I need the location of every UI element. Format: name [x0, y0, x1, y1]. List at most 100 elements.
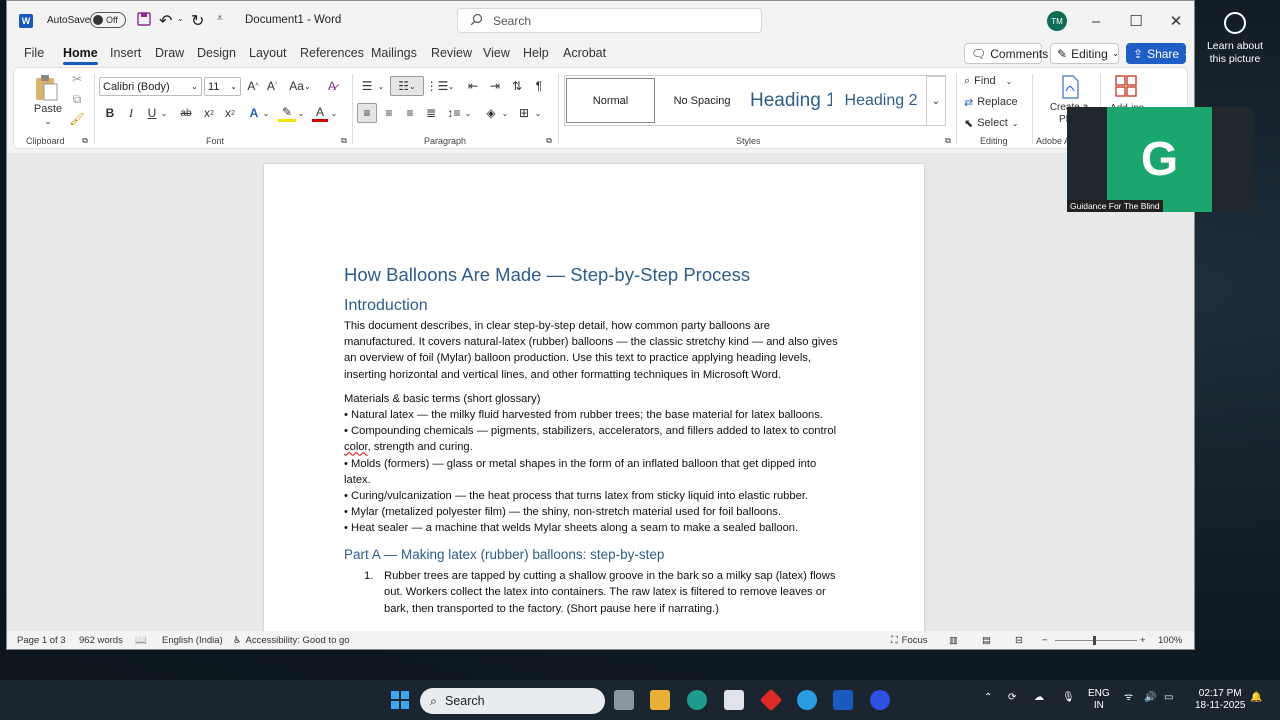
increase-indent-icon[interactable]: ⇥ [486, 77, 504, 95]
create-pdf-icon[interactable] [1058, 74, 1082, 100]
line-spacing-dropdown-icon[interactable]: ⌄ [464, 103, 472, 123]
align-left-icon[interactable]: ≡ [357, 103, 377, 123]
avatar[interactable]: TM [1047, 11, 1067, 31]
save-icon[interactable] [137, 12, 151, 26]
read-mode-icon[interactable]: ▥ [949, 635, 958, 646]
text-effects-icon[interactable]: A [246, 104, 262, 122]
glossary-item[interactable]: • Mylar (metalized polyester film) — the… [344, 504, 844, 520]
font-launcher-icon[interactable]: ⧉ [339, 136, 349, 146]
intro-paragraph[interactable]: This document describes, in clear step-b… [344, 318, 844, 383]
justify-icon[interactable]: ≣ [422, 103, 440, 123]
tab-mailings[interactable]: Mailings [371, 46, 417, 60]
clear-formatting-icon[interactable]: A̷ [323, 77, 341, 95]
shrink-font-icon[interactable]: Aˇ [264, 77, 280, 95]
line-spacing-icon[interactable]: ↕≡ [445, 103, 463, 123]
start-icon[interactable] [390, 690, 410, 710]
focus-button[interactable]: ⛶ Focus [891, 635, 928, 646]
tab-acrobat[interactable]: Acrobat [563, 46, 606, 60]
microphone-icon[interactable]: 🎙 [1062, 692, 1075, 704]
language-indicator[interactable]: ENG IN [1088, 688, 1110, 712]
bullets-dropdown-icon[interactable]: ⌄ [377, 77, 385, 95]
addins-icon[interactable] [1114, 74, 1138, 98]
align-right-icon[interactable]: ≡ [401, 103, 419, 123]
font-size-select[interactable]: 11 ⌄ [204, 77, 241, 96]
list-item[interactable]: 1. Rubber trees are tapped by cutting a … [344, 568, 844, 618]
borders-dropdown-icon[interactable]: ⌄ [534, 103, 542, 123]
document-canvas[interactable]: How Balloons Are Made — Step-by-Step Pro… [7, 153, 1194, 631]
close-icon[interactable]: ✕ [1161, 9, 1191, 33]
tab-help[interactable]: Help [523, 46, 549, 60]
tab-review[interactable]: Review [431, 46, 472, 60]
strikethrough-icon[interactable]: ab [177, 104, 195, 122]
bullets-icon[interactable]: ☰ [358, 77, 376, 95]
glossary-item[interactable]: • Molds (formers) — glass or metal shape… [344, 456, 844, 488]
file-explorer-icon[interactable] [650, 690, 670, 710]
volume-icon[interactable]: 🔊 [1144, 692, 1156, 704]
highlight-dropdown-icon[interactable]: ⌄ [297, 104, 305, 122]
style-normal[interactable]: Normal [566, 78, 655, 123]
app-icon[interactable] [759, 688, 783, 712]
tab-file[interactable]: File [24, 46, 44, 60]
maximize-icon[interactable]: ☐ [1121, 9, 1151, 33]
shading-dropdown-icon[interactable]: ⌄ [501, 103, 509, 123]
tab-draw[interactable]: Draw [155, 46, 184, 60]
decrease-indent-icon[interactable]: ⇤ [464, 77, 482, 95]
multilevel-list-icon[interactable]: ⋮☰ [426, 77, 449, 95]
glossary-item[interactable]: • Natural latex — the milky fluid harves… [344, 407, 844, 423]
print-layout-icon[interactable]: ▤ [982, 635, 991, 646]
styles-more-icon[interactable]: ⌄ [926, 76, 946, 126]
subscript-icon[interactable]: x2 [201, 104, 217, 122]
numbering-icon[interactable]: ☷ ⌄ [390, 76, 424, 96]
undo-dropdown-icon[interactable]: ⌄ [177, 14, 184, 23]
find-button[interactable]: ⌕ Find ⌄ [964, 72, 1024, 90]
zoom-in-icon[interactable]: + [1140, 635, 1146, 646]
superscript-icon[interactable]: x2 [222, 104, 238, 122]
undo-icon[interactable]: ↶ [159, 11, 172, 31]
tab-insert[interactable]: Insert [110, 46, 141, 60]
style-no-spacing[interactable]: No Spacing [658, 78, 746, 123]
proofing-icon[interactable]: 📖 [135, 635, 147, 646]
language-status[interactable]: English (India) [162, 635, 223, 646]
font-color-dropdown-icon[interactable]: ⌄ [330, 104, 338, 122]
redo-icon[interactable]: ↻ [191, 11, 204, 31]
clock[interactable]: 02:17 PM 18-11-2025 [1195, 688, 1245, 712]
style-heading-1[interactable]: Heading 1 [748, 78, 832, 123]
underline-icon[interactable]: U [145, 104, 159, 122]
tab-layout[interactable]: Layout [249, 46, 287, 60]
word-taskbar-icon[interactable] [833, 690, 853, 710]
editing-mode-button[interactable]: ✎ Editing ⌄ [1050, 43, 1119, 64]
video-call-overlay[interactable]: G Guidance For The Blind [1067, 107, 1253, 212]
shading-icon[interactable]: ◈ [482, 103, 500, 123]
part-a-heading[interactable]: Part A — Making latex (rubber) balloons:… [344, 547, 844, 562]
change-case-icon[interactable]: Aa ⌄ [288, 77, 312, 95]
sync-icon[interactable]: ⟳ [1008, 692, 1016, 704]
accessibility-status[interactable]: ♿ Accessibility: Good to go [233, 635, 350, 646]
font-color-icon[interactable]: A [312, 104, 328, 122]
customize-qat-icon[interactable]: ⩡ [217, 13, 223, 24]
spelling-flag[interactable]: color [344, 441, 368, 453]
replace-button[interactable]: ⇄ Replace [964, 93, 1024, 111]
chevron-up-icon[interactable]: ⌃ [984, 692, 992, 704]
store-icon[interactable] [724, 690, 744, 710]
document-page[interactable]: How Balloons Are Made — Step-by-Step Pro… [264, 164, 924, 631]
paste-icon[interactable] [32, 74, 60, 102]
zoom-slider-thumb[interactable] [1093, 636, 1096, 645]
underline-dropdown-icon[interactable]: ⌄ [160, 104, 168, 122]
cloud-icon[interactable]: ☁ [1034, 692, 1044, 704]
taskbar-search[interactable]: ⌕ Search [420, 688, 605, 714]
word-count[interactable]: 962 words [79, 635, 123, 646]
grow-font-icon[interactable]: A ^ [245, 77, 261, 95]
zoom-level[interactable]: 100% [1158, 635, 1182, 646]
search-input[interactable]: Search [457, 8, 762, 33]
edge-icon[interactable] [687, 690, 707, 710]
tab-home[interactable]: Home [63, 46, 98, 65]
italic-icon[interactable]: I [124, 104, 138, 122]
share-button[interactable]: ⇪ Share ⌄ [1126, 43, 1191, 64]
task-view-icon[interactable] [614, 690, 634, 710]
page-count[interactable]: Page 1 of 3 [17, 635, 66, 646]
copy-icon[interactable]: ⧉ [70, 92, 84, 106]
select-button[interactable]: ⬉ Select ⌄ [964, 114, 1024, 132]
align-center-icon[interactable]: ≡ [380, 103, 398, 123]
tab-view[interactable]: View [483, 46, 510, 60]
wifi-icon[interactable]: ᯤ [1124, 692, 1133, 704]
